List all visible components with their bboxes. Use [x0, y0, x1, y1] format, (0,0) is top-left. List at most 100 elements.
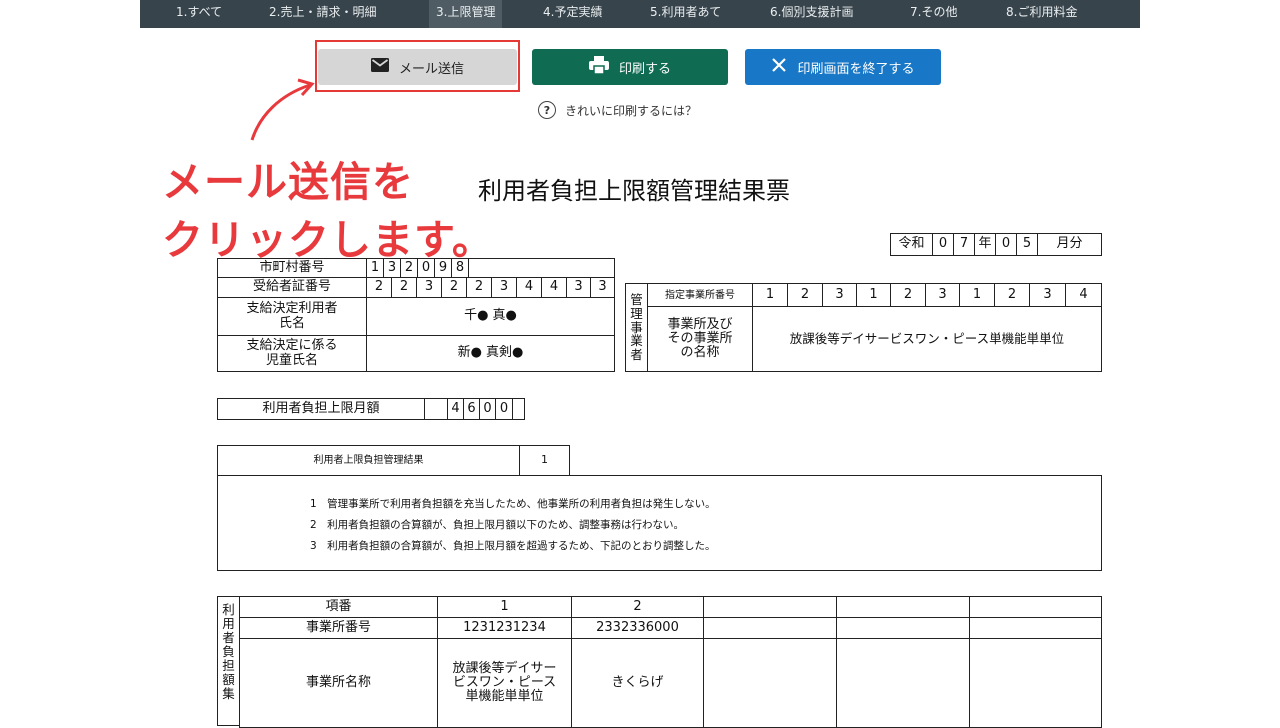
tab-support-plan[interactable]: 6.個別支援計画	[770, 0, 853, 28]
result-note: 3 利用者負担額の合算額が、負担上限月額を超過するため、下記のとおり調整した。	[310, 540, 716, 552]
result-note: 1 管理事業所で利用者負担額を充当したため、他事業所の利用者負担は発生しない。	[310, 498, 716, 510]
limit-digit: 0	[495, 398, 513, 420]
mgmt-vertical-char: 業	[630, 333, 643, 349]
bottom-facility-name-cell: きくらげ	[571, 638, 704, 728]
year-label: 年	[974, 233, 996, 256]
close-print-button[interactable]: 印刷画面を終了する	[745, 49, 941, 85]
facility-no-digit: 3	[822, 283, 857, 307]
annotation-line-2: クリックします。	[162, 216, 494, 264]
tab-sales-billing[interactable]: 2.売上・請求・明細	[269, 0, 376, 28]
tab-schedule-results[interactable]: 4.予定実績	[543, 0, 602, 28]
limit-digit: 0	[479, 398, 496, 420]
facility-name-line: きくらげ	[611, 674, 664, 690]
user-name-value: 千● 真●	[366, 297, 615, 336]
print-help-link[interactable]: ? きれいに印刷するには？	[538, 101, 697, 119]
city-no-digit: 2	[400, 258, 418, 278]
facility-no-digit: 1	[959, 283, 995, 307]
city-no-digit: 9	[434, 258, 452, 278]
document-title: 利用者負担上限額管理結果票	[478, 177, 790, 205]
bottom-vertical-text: 利 用 者 負 担 額 集	[222, 597, 235, 701]
cert-no-label: 受給者証番号	[217, 277, 367, 298]
result-notes: 1 管理事業所で利用者負担額を充当したため、他事業所の利用者負担は発生しない。 …	[310, 494, 716, 557]
cert-no-digit: 4	[541, 277, 567, 298]
city-no-digit: 0	[417, 258, 435, 278]
bottom-facility-name-label: 事業所名称	[239, 638, 438, 728]
bottom-vertical-char: 額	[222, 672, 235, 687]
cert-no-digit: 2	[391, 277, 417, 298]
bottom-facility-no-cell: 2332336000	[571, 617, 704, 639]
item-no-cell: 2	[571, 596, 704, 618]
facility-no-digit: 3	[925, 283, 960, 307]
facility-name-label: 事業所及び その事業所 の名称	[647, 306, 753, 372]
city-no-digit: 3	[383, 258, 401, 278]
bottom-facility-no-label: 事業所番号	[239, 617, 438, 639]
annotation-arrow	[250, 78, 315, 141]
tab-all[interactable]: 1.すべて	[176, 0, 222, 28]
tab-to-users[interactable]: 5.利用者あて	[650, 0, 721, 28]
facility-name-label-line: 事業所及び	[667, 316, 733, 332]
month-digit: 5	[1016, 233, 1038, 256]
bottom-vertical-char: 集	[222, 686, 235, 701]
close-icon	[771, 57, 787, 77]
mgmt-vertical-label: 管 理 事 業 者	[625, 283, 648, 372]
city-no-digit: 1	[366, 258, 384, 278]
facility-no-digit: 1	[752, 283, 788, 307]
child-name-label: 支給決定に係る 児童氏名	[217, 335, 367, 372]
close-print-label: 印刷画面を終了する	[797, 61, 915, 77]
tab-other[interactable]: 7.その他	[910, 0, 957, 28]
question-icon: ?	[538, 101, 556, 119]
annotation-line-1: メール送信を	[162, 158, 414, 206]
facility-name-label-line: その事業所	[667, 330, 733, 346]
facility-no-digit: 1	[856, 283, 891, 307]
result-note: 2 利用者負担額の合算額が、負担上限月額以下のため、調整事務は行わない。	[310, 519, 684, 531]
bottom-vertical-char: 利	[222, 602, 235, 617]
bottom-facility-no-cell	[836, 617, 970, 639]
cert-no-digit: 3	[566, 277, 591, 298]
item-no-cell	[703, 596, 837, 618]
user-name-label: 支給決定利用者 氏名	[217, 297, 367, 336]
result-value: 1	[519, 445, 570, 476]
city-no-blank	[468, 258, 615, 278]
facility-name-label-line: の名称	[680, 345, 720, 361]
tab-usage-fee[interactable]: 8.ご利用料金	[1006, 0, 1077, 28]
item-no-cell	[969, 596, 1102, 618]
user-name-label-line: 支給決定利用者	[246, 301, 338, 317]
limit-digit: 4	[447, 398, 464, 420]
bottom-vertical-char: 者	[222, 630, 235, 645]
facility-no-digit: 4	[1065, 283, 1102, 307]
limit-label: 利用者負担上限月額	[217, 398, 425, 420]
bottom-vertical-char: 用	[222, 616, 235, 631]
facility-no-label: 指定事業所番号	[647, 283, 753, 307]
print-label: 印刷する	[618, 61, 671, 77]
facility-no-digit: 2	[890, 283, 926, 307]
print-help-text: きれいに印刷するには？	[565, 103, 698, 118]
facility-no-digit: 2	[994, 283, 1030, 307]
bottom-facility-name-cell	[969, 638, 1102, 728]
bottom-facility-no-cell	[969, 617, 1102, 639]
send-mail-highlight-box	[315, 40, 520, 92]
child-name-value: 新● 真剣●	[366, 335, 615, 372]
mgmt-vertical-char: 者	[630, 347, 643, 363]
bottom-vertical-label: 利 用 者 負 担 額 集	[217, 596, 240, 726]
bottom-vertical-char: 担	[222, 658, 235, 673]
cert-no-digit: 3	[590, 277, 615, 298]
print-button[interactable]: 印刷する	[532, 49, 728, 85]
mgmt-vertical-char: 理	[630, 305, 643, 321]
cert-no-digit: 3	[416, 277, 442, 298]
cert-no-digit: 2	[466, 277, 492, 298]
facility-name-line: 放課後等デイサー	[452, 660, 557, 676]
facility-no-digit: 2	[787, 283, 823, 307]
cert-no-digit: 4	[516, 277, 542, 298]
user-name-label-line: 氏名	[278, 315, 305, 331]
child-name-label-line: 児童氏名	[265, 352, 318, 368]
result-label: 利用者上限負担管理結果	[217, 445, 520, 476]
month-digit: 0	[995, 233, 1017, 256]
cert-no-digit: 2	[441, 277, 467, 298]
bottom-facility-no-cell: 1231231234	[437, 617, 572, 639]
facility-name-line: 単機能単単位	[465, 689, 544, 705]
tab-limit-management[interactable]: 3.上限管理	[429, 0, 503, 28]
limit-digit: 6	[463, 398, 480, 420]
facility-no-digit: 3	[1029, 283, 1066, 307]
cert-no-digit: 3	[491, 277, 517, 298]
top-nav-bar: 1.すべて 2.売上・請求・明細 3.上限管理 4.予定実績 5.利用者あて 6…	[140, 0, 1140, 28]
